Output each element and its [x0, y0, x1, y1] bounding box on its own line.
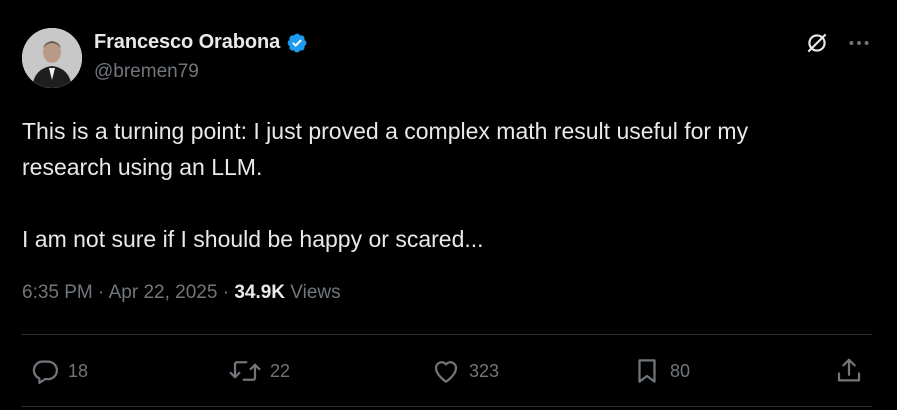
author-name[interactable]: Francesco Orabona: [94, 31, 280, 54]
heart-icon: [434, 361, 458, 383]
more-options-icon[interactable]: [846, 30, 872, 56]
reply-button[interactable]: 18: [30, 354, 88, 388]
views-count[interactable]: 34.9K: [234, 282, 285, 303]
tweet-date[interactable]: Apr 22, 2025: [109, 282, 218, 303]
verified-badge-icon: [287, 33, 307, 52]
tweet-text: This is a turning point: I just proved a…: [22, 113, 872, 257]
tweet-text-line: research using an LLM.: [22, 154, 263, 180]
retweet-button[interactable]: 22: [228, 354, 290, 388]
tweet-card: Francesco Orabona @bremen79 This is a tu…: [0, 0, 897, 410]
avatar[interactable]: [22, 28, 82, 88]
reply-icon: [32, 360, 58, 384]
meta-separator: ·: [222, 282, 230, 303]
bookmark-icon: [638, 359, 656, 383]
reply-count: 18: [68, 360, 89, 381]
divider: [22, 334, 872, 335]
like-count: 323: [469, 360, 500, 381]
retweet-icon: [229, 361, 261, 381]
tweet-time[interactable]: 6:35 PM: [22, 282, 93, 303]
like-button[interactable]: 323: [431, 354, 499, 388]
grok-icon[interactable]: [804, 30, 830, 56]
tweet-text-line: This is a turning point: I just proved a…: [22, 118, 749, 144]
meta-separator: ·: [98, 282, 105, 303]
author-handle[interactable]: @bremen79: [94, 61, 199, 83]
share-icon: [837, 358, 861, 382]
divider: [22, 406, 872, 407]
retweet-count: 22: [270, 360, 291, 381]
tweet-meta: 6:35 PM · Apr 22, 2025 · 34.9K Views: [22, 282, 341, 304]
share-button[interactable]: [834, 354, 864, 388]
bookmark-count: 80: [670, 360, 691, 381]
views-label: Views: [290, 282, 341, 303]
author-row: Francesco Orabona: [94, 31, 308, 54]
bookmark-button[interactable]: 80: [632, 354, 690, 388]
tweet-text-line: I am not sure if I should be happy or sc…: [22, 226, 484, 252]
